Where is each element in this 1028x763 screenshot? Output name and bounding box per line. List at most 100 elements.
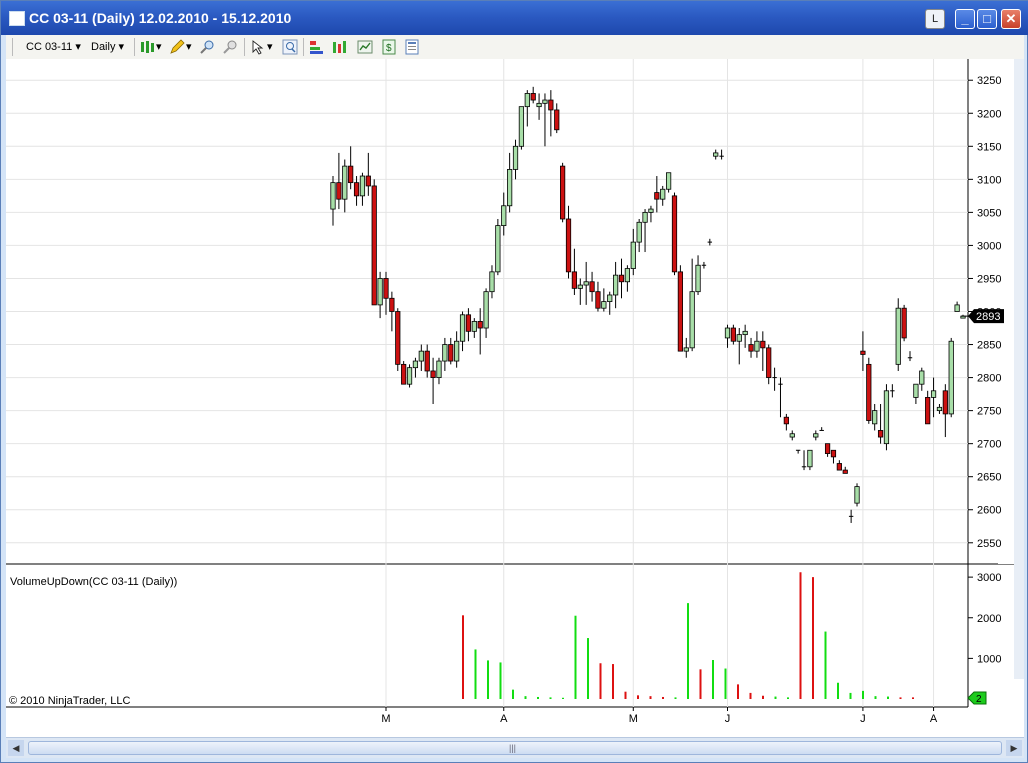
instrument-label: CC 03-11 (26, 41, 73, 53)
candle-down (560, 165, 566, 220)
chart-window: CC 03-11 (Daily) 12.02.2010 - 15.12.2010… (0, 0, 1028, 763)
price-tick-label: 3250 (977, 75, 1001, 87)
volume-bar (887, 696, 889, 699)
candle-down (571, 271, 578, 289)
volume-bar (737, 684, 739, 699)
candle-up (624, 268, 631, 283)
candle-up (683, 347, 689, 352)
candle-up (489, 271, 495, 293)
price-tick-label: 3100 (977, 174, 1001, 186)
minimize-button[interactable]: _ (955, 9, 975, 29)
candle-up (330, 182, 336, 210)
properties-icon[interactable] (404, 39, 420, 55)
candle-down (548, 99, 554, 111)
candle-down (383, 278, 389, 299)
toolbar-separator (303, 38, 304, 56)
candle-down (671, 195, 678, 273)
magnifier-icon[interactable] (282, 39, 298, 55)
zoom-in-icon[interactable] (199, 39, 215, 55)
candle-down (477, 321, 483, 329)
maximize-button[interactable]: □ (977, 9, 997, 29)
svg-text:$: $ (386, 43, 392, 54)
candle-up (754, 340, 760, 352)
candle-up (501, 205, 507, 226)
candle-down (925, 397, 931, 425)
price-chart[interactable]: VolumeUpDown(CC 03-11 (Daily)) © 2010 Ni… (6, 59, 1024, 737)
candle-up (913, 383, 919, 398)
candle-down (530, 93, 536, 101)
candle-down (677, 271, 683, 352)
volume-tick-label: 2000 (977, 613, 1001, 625)
candle-up (854, 486, 860, 504)
scroll-left-icon[interactable]: ◀ (8, 740, 24, 756)
volume-bar (624, 691, 627, 699)
chart-panel[interactable]: VolumeUpDown(CC 03-11 (Daily)) © 2010 Ni… (6, 59, 1024, 737)
candle-up (524, 93, 530, 108)
candle-up (507, 169, 513, 207)
volume-bar (612, 664, 614, 699)
close-button[interactable]: ✕ (1001, 9, 1021, 29)
indicators-icon[interactable] (308, 39, 324, 55)
candle-up (412, 360, 419, 369)
title-bar[interactable]: CC 03-11 (Daily) 12.02.2010 - 15.12.2010… (1, 1, 1028, 35)
month-label: J (860, 713, 866, 725)
volume-bar (474, 649, 477, 699)
interval-selector[interactable]: Daily ▾ (91, 39, 124, 55)
chevron-down-icon[interactable]: ▾ (267, 39, 273, 55)
candle-up (359, 175, 366, 197)
month-label: M (381, 713, 390, 725)
dollar-icon[interactable]: $ (381, 39, 397, 55)
horizontal-scrollbar[interactable]: ◀ ||| ▶ (6, 737, 1024, 758)
volume-bar (662, 696, 664, 699)
price-tick-label: 2650 (977, 472, 1001, 484)
candle-up (471, 321, 477, 332)
price-tick-label: 3150 (977, 141, 1001, 153)
interval-label: Daily (91, 41, 116, 53)
candle-down (842, 469, 848, 474)
candle-down (783, 416, 789, 425)
price-tick-label: 3200 (977, 108, 1001, 120)
candle-down (901, 307, 907, 339)
candle-up (660, 188, 666, 200)
price-tick-label: 2800 (977, 373, 1001, 385)
volume-bar (512, 689, 514, 699)
candle-up (454, 340, 460, 362)
scroll-thumb[interactable]: ||| (28, 741, 1002, 755)
scroll-right-icon[interactable]: ▶ (1006, 740, 1022, 756)
candle-down (465, 314, 472, 332)
price-tick-label: 3000 (977, 240, 1001, 252)
candle-down (748, 344, 754, 352)
candle-down (353, 182, 360, 197)
link-button[interactable]: L (925, 9, 945, 29)
month-label: A (930, 713, 938, 725)
candle-down (395, 311, 401, 365)
candle-up (872, 410, 878, 425)
volume-bar (537, 696, 539, 699)
month-label: M (629, 713, 638, 725)
candle-up (813, 433, 819, 438)
candle-down (942, 390, 948, 415)
volume-bar (774, 696, 777, 699)
candle-up (936, 406, 943, 412)
volume-bar (712, 660, 714, 699)
cursor-icon[interactable] (250, 39, 266, 55)
candle-up (442, 344, 448, 362)
candle-up (930, 390, 937, 398)
bar-style-icon[interactable] (139, 39, 155, 55)
volume-bar (762, 695, 764, 699)
candle-down (824, 443, 831, 454)
chevron-down-icon[interactable]: ▾ (156, 39, 162, 55)
candle-up (512, 145, 519, 170)
volume-bar (724, 668, 727, 699)
chart-data-icon[interactable] (357, 39, 373, 55)
copyright-text: © 2010 NinjaTrader, LLC (9, 695, 130, 707)
chevron-down-icon[interactable]: ▾ (186, 39, 192, 55)
zoom-out-icon[interactable] (222, 39, 238, 55)
pencil-icon[interactable] (169, 39, 185, 55)
strategies-icon[interactable] (332, 39, 348, 55)
candle-up (789, 433, 795, 438)
volume-bar (487, 660, 489, 699)
instrument-selector[interactable]: CC 03-11 ▾ (26, 39, 81, 55)
volume-bar (787, 697, 789, 699)
volume-bar (799, 572, 802, 699)
